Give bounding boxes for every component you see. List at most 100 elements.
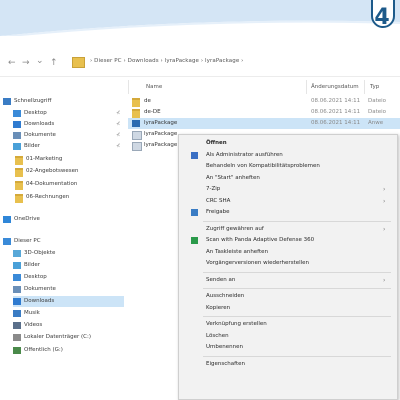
sidebar-item[interactable]: Offentlich (G:)	[13, 345, 124, 356]
context-menu-item[interactable]: CRC SHA ›	[179, 196, 397, 207]
chevron-right-icon: ›	[383, 225, 386, 233]
sidebar-item[interactable]: Musik	[13, 308, 124, 319]
sidebar-item[interactable]: 01-Marketing	[15, 154, 124, 165]
sidebar-item-label: Schnellzugriff	[14, 98, 52, 104]
sidebar-item[interactable]: Lokaler Datenträger (C:)	[13, 332, 124, 343]
panda-icon	[191, 237, 198, 244]
context-menu-item[interactable]: 7-Zip ›	[179, 184, 397, 195]
download-icon	[13, 298, 21, 305]
sidebar-item[interactable]: Desktop	[13, 272, 124, 283]
file-row[interactable]: de-DE 08.06.2021 14:11 Dateio	[128, 107, 400, 118]
sidebar-item[interactable]: Desktop ⊀	[13, 108, 124, 119]
sidebar-item-label: Videos	[24, 322, 43, 328]
music-icon	[13, 310, 21, 317]
menu-separator	[203, 271, 391, 273]
column-header-name[interactable]: Name	[146, 84, 162, 90]
context-menu-label: Öffnen	[206, 140, 227, 146]
sidebar-item[interactable]: 06-Rechnungen	[15, 192, 124, 203]
context-menu-label: Ausschneiden	[206, 293, 245, 299]
download-icon	[13, 121, 21, 128]
sidebar-item[interactable]: 04-Dokumentation	[15, 179, 124, 190]
context-menu-label: Umbenennen	[206, 344, 243, 350]
back-button[interactable]: ←	[8, 58, 16, 68]
sidebar-item[interactable]: Dokumente ⊀	[13, 130, 124, 141]
file-type: Anwe	[368, 120, 384, 126]
file-name: lyraPackage	[144, 131, 178, 137]
column-divider	[364, 80, 365, 94]
context-menu-item[interactable]: Eigenschaften	[179, 359, 397, 370]
column-divider	[306, 80, 307, 94]
context-menu-item[interactable]: Behandeln von Kompatibilitätsproblemen	[179, 161, 397, 172]
sidebar-item[interactable]: 02-Angebotswesen	[15, 166, 124, 177]
column-header-type[interactable]: Typ	[370, 84, 379, 90]
sidebar-item[interactable]: Videos	[13, 320, 124, 331]
address-bar: ← → ⌄ ↑ › Dieser PC › Downloads › lyraPa…	[0, 50, 400, 77]
cloud-icon	[3, 216, 11, 223]
context-menu-label: Verknüpfung erstellen	[206, 321, 267, 327]
chevron-right-icon: ›	[383, 197, 386, 205]
context-menu-label: Freigabe	[206, 209, 230, 215]
desktop-icon	[13, 274, 21, 281]
forward-button[interactable]: →	[22, 58, 30, 68]
folder-icon	[72, 57, 85, 68]
context-menu-item[interactable]: Löschen	[179, 331, 397, 342]
documents-icon	[13, 286, 21, 293]
context-menu-label: 7-Zip	[206, 186, 221, 192]
navigation-pane: Schnellzugriff Desktop ⊀ Downloads ⊀ Dokument…	[0, 86, 128, 398]
sidebar-item[interactable]: Bilder	[13, 260, 124, 271]
file-row[interactable]: lyraPackage	[128, 140, 178, 151]
file-row[interactable]: lyraPackage 08.06.2021 14:11 Anwe	[128, 118, 400, 129]
menu-separator	[203, 355, 391, 357]
column-header-date[interactable]: Änderungsdatum	[311, 84, 359, 90]
sidebar-item-label: 01-Marketing	[26, 156, 63, 162]
sidebar-item-label: Downloads	[24, 298, 55, 304]
sidebar-item[interactable]: 3D-Objekte	[13, 248, 124, 259]
context-menu-label: An Taskleiste anheften	[206, 248, 269, 255]
file-name: lyraPackage	[144, 142, 178, 148]
share-icon	[191, 209, 198, 216]
context-menu-item[interactable]: Als Administrator ausführen	[179, 150, 397, 161]
context-menu-item[interactable]: Ausschneiden	[179, 291, 397, 302]
context-menu-label: Vorgängerversionen wiederherstellen	[206, 260, 310, 266]
context-menu-item[interactable]: Öffnen	[179, 138, 397, 149]
sidebar-item-label: Dokumente	[24, 132, 56, 138]
chevron-right-icon: ›	[383, 186, 386, 193]
sidebar-item[interactable]: Dieser PC	[3, 236, 124, 247]
context-menu-item[interactable]: Freigabe	[179, 207, 397, 218]
file-type: Dateio	[368, 109, 387, 115]
file-row[interactable]: lyraPackage	[128, 129, 178, 140]
sidebar-item-label: 02-Angebotswesen	[26, 168, 79, 174]
context-menu-item[interactable]: Verknüpfung erstellen	[179, 319, 397, 330]
context-menu-item[interactable]: An "Start" anheften	[179, 173, 397, 184]
folder-icon	[15, 168, 23, 177]
sidebar-item[interactable]: OneDrive	[3, 214, 124, 225]
context-menu-label: CRC SHA	[206, 197, 231, 204]
context-menu-item[interactable]: Senden an ›	[179, 275, 397, 286]
context-menu-item[interactable]: Umbenennen	[179, 342, 397, 353]
address-path[interactable]: › Dieser PC › Downloads › lyraPackage › …	[90, 58, 243, 64]
context-menu: Öffnen Als Administrator ausführen Behande…	[178, 134, 398, 400]
header-band	[0, 0, 400, 36]
file-row[interactable]: de 08.06.2021 14:11 Dateio	[128, 96, 400, 107]
sidebar-item[interactable]: Downloads	[13, 296, 124, 307]
context-menu-label: Löschen	[206, 332, 229, 339]
sidebar-item-label: Bilder	[24, 262, 40, 268]
file-date: 08.06.2021 14:11	[311, 109, 361, 115]
sidebar-item[interactable]: Dokumente	[13, 284, 124, 295]
sidebar-item[interactable]: Bilder ⊀	[13, 141, 124, 152]
sidebar-item[interactable]: Downloads ⊀	[13, 119, 124, 130]
shield-icon	[191, 151, 198, 159]
context-menu-item[interactable]: Kopieren	[179, 303, 397, 314]
file-icon	[132, 142, 142, 151]
sidebar-item-label: Offentlich (G:)	[24, 347, 63, 353]
context-menu-label: Behandeln von Kompatibilitätsproblemen	[206, 163, 320, 169]
up-button[interactable]: ↑	[50, 58, 58, 68]
sidebar-item-label: Musik	[24, 310, 40, 316]
sidebar-item[interactable]: Schnellzugriff	[3, 96, 124, 107]
context-menu-item[interactable]: An Taskleiste anheften	[179, 247, 397, 258]
recent-locations-button[interactable]: ⌄	[36, 56, 44, 66]
context-menu-item[interactable]: Zugriff gewähren auf ›	[179, 224, 397, 235]
context-menu-item[interactable]: Scan with Panda Adaptive Defense 360	[179, 235, 397, 246]
context-menu-item[interactable]: Vorgängerversionen wiederherstellen	[179, 258, 397, 269]
context-menu-label: Senden an	[206, 276, 236, 283]
